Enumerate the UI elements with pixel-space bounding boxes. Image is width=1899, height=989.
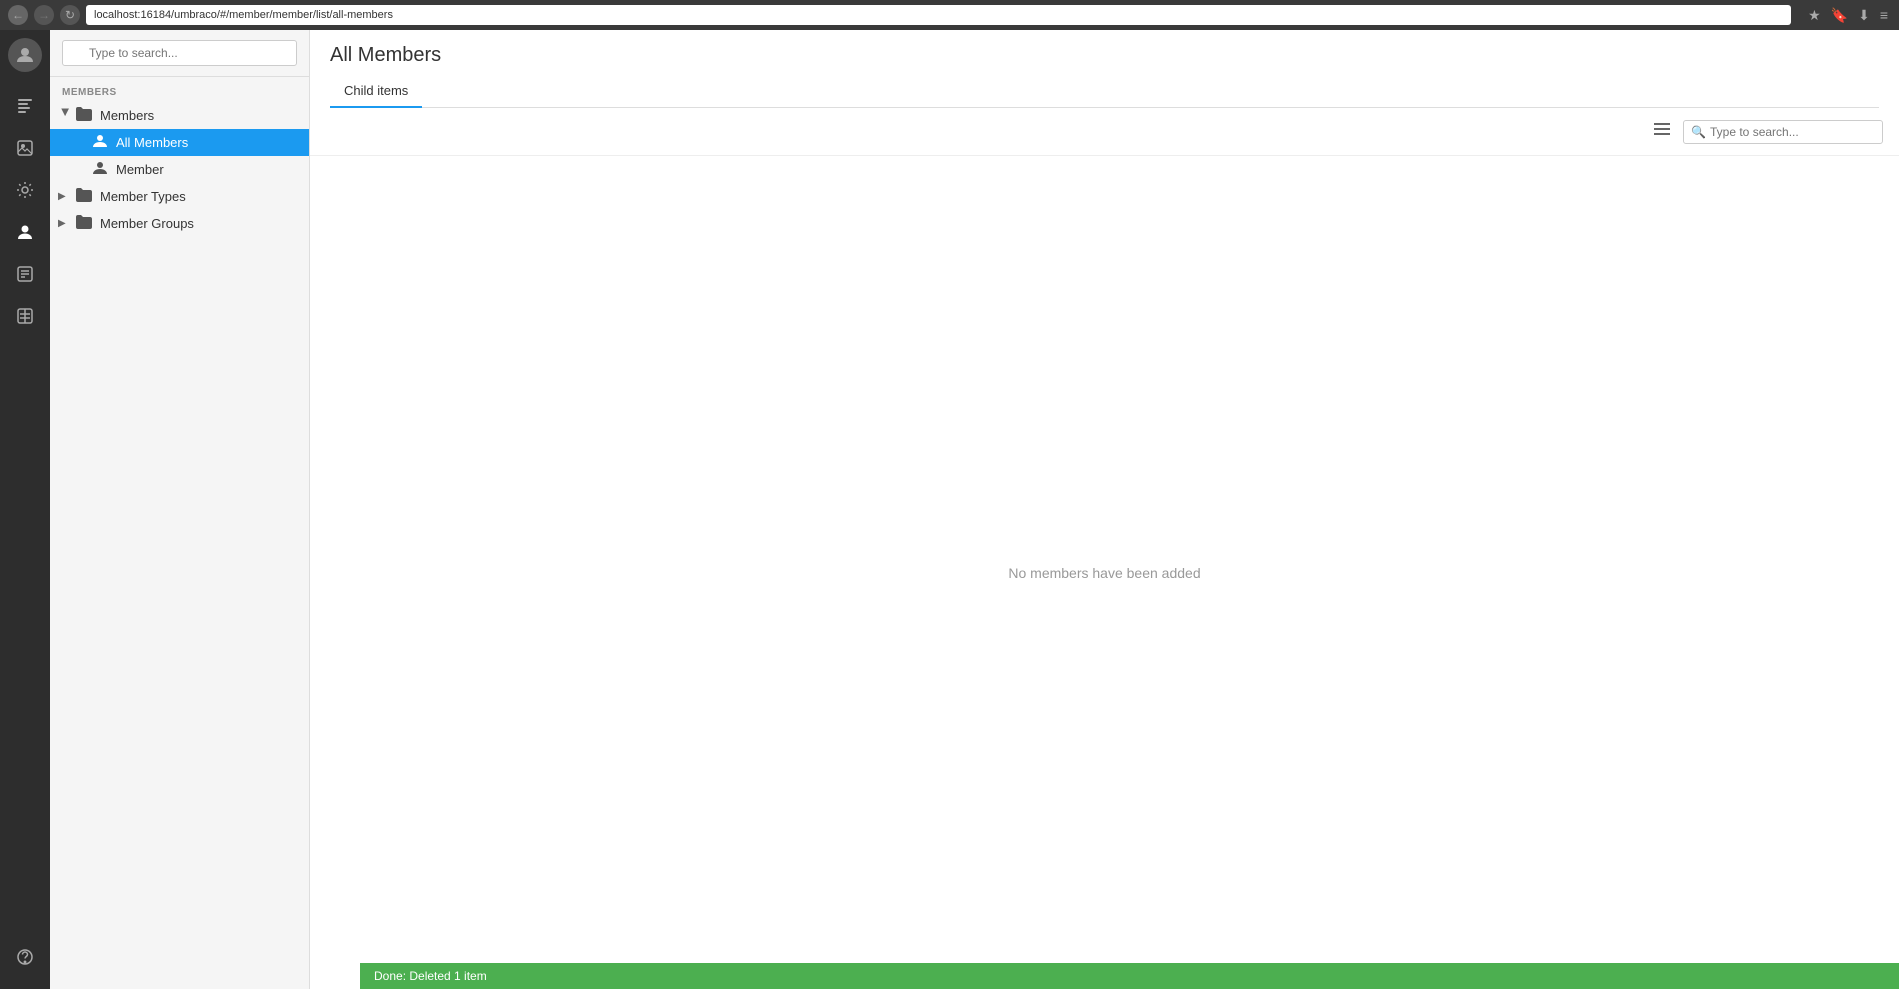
app-container: 🔍 MEMBERS ▶ Members <box>0 30 1899 989</box>
list-view-button[interactable] <box>1649 118 1675 145</box>
icon-nav <box>0 30 50 989</box>
sidebar-tree: ▶ Members All Members <box>50 102 309 989</box>
sidebar-section-label: MEMBERS <box>50 77 309 102</box>
tree-item-all-members[interactable]: All Members <box>50 129 309 156</box>
sidebar-search-input[interactable] <box>62 40 297 66</box>
page-title: All Members <box>330 44 1879 67</box>
browser-menu-icon[interactable]: ≡ <box>1877 7 1891 23</box>
nav-media[interactable] <box>5 128 45 168</box>
user-avatar[interactable] <box>8 38 42 72</box>
main-search-input[interactable] <box>1683 120 1883 144</box>
bookmark-icon[interactable]: 🔖 <box>1828 7 1851 24</box>
member-types-arrow: ▶ <box>58 191 72 202</box>
member-types-folder-icon <box>76 188 92 205</box>
member-groups-label: Member Groups <box>100 216 194 231</box>
tree-item-member-groups[interactable]: ▶ Member Groups <box>50 210 309 237</box>
members-arrow: ▶ <box>60 109 71 123</box>
empty-message: No members have been added <box>1008 565 1200 581</box>
nav-members[interactable] <box>5 212 45 252</box>
search-right-wrapper: 🔍 <box>1683 120 1883 144</box>
main-content: All Members Child items 🔍 No members hav… <box>310 30 1899 989</box>
main-toolbar: 🔍 <box>310 108 1899 156</box>
refresh-button[interactable]: ↻ <box>60 5 80 25</box>
tree-item-member-types[interactable]: ▶ Member Types <box>50 183 309 210</box>
members-root-label: Members <box>100 108 154 123</box>
tree-item-members-root[interactable]: ▶ Members <box>50 102 309 129</box>
sidebar: 🔍 MEMBERS ▶ Members <box>50 30 310 989</box>
tab-child-items[interactable]: Child items <box>330 75 422 108</box>
address-bar[interactable] <box>86 5 1791 25</box>
member-label: Member <box>116 162 164 177</box>
nav-forms[interactable] <box>5 254 45 294</box>
save-icon[interactable]: ⬇ <box>1855 7 1873 24</box>
all-members-label: All Members <box>116 135 188 150</box>
nav-help[interactable] <box>5 937 45 977</box>
sidebar-search-area: 🔍 <box>50 30 309 77</box>
nav-settings[interactable] <box>5 170 45 210</box>
member-icon <box>92 161 108 178</box>
main-body: No members have been added <box>310 156 1899 989</box>
member-types-label: Member Types <box>100 189 186 204</box>
nav-translations[interactable] <box>5 296 45 336</box>
member-groups-arrow: ▶ <box>58 218 72 229</box>
forward-button[interactable]: → <box>34 5 54 25</box>
browser-chrome: ← → ↻ ★ 🔖 ⬇ ≡ <box>0 0 1899 30</box>
member-groups-folder-icon <box>76 215 92 232</box>
members-folder-icon <box>76 107 92 124</box>
all-members-icon <box>92 134 108 151</box>
main-tabs: Child items <box>330 75 1879 108</box>
status-bar: Done: Deleted 1 item <box>360 963 1899 989</box>
back-button[interactable]: ← <box>8 5 28 25</box>
tree-item-member[interactable]: Member <box>50 156 309 183</box>
star-icon[interactable]: ★ <box>1805 7 1824 24</box>
sidebar-search-wrapper: 🔍 <box>62 40 297 66</box>
status-message: Done: Deleted 1 item <box>374 969 487 983</box>
main-header: All Members Child items <box>310 30 1899 108</box>
search-right-icon: 🔍 <box>1691 125 1706 139</box>
nav-content[interactable] <box>5 86 45 126</box>
browser-actions: ★ 🔖 ⬇ ≡ <box>1805 7 1891 24</box>
